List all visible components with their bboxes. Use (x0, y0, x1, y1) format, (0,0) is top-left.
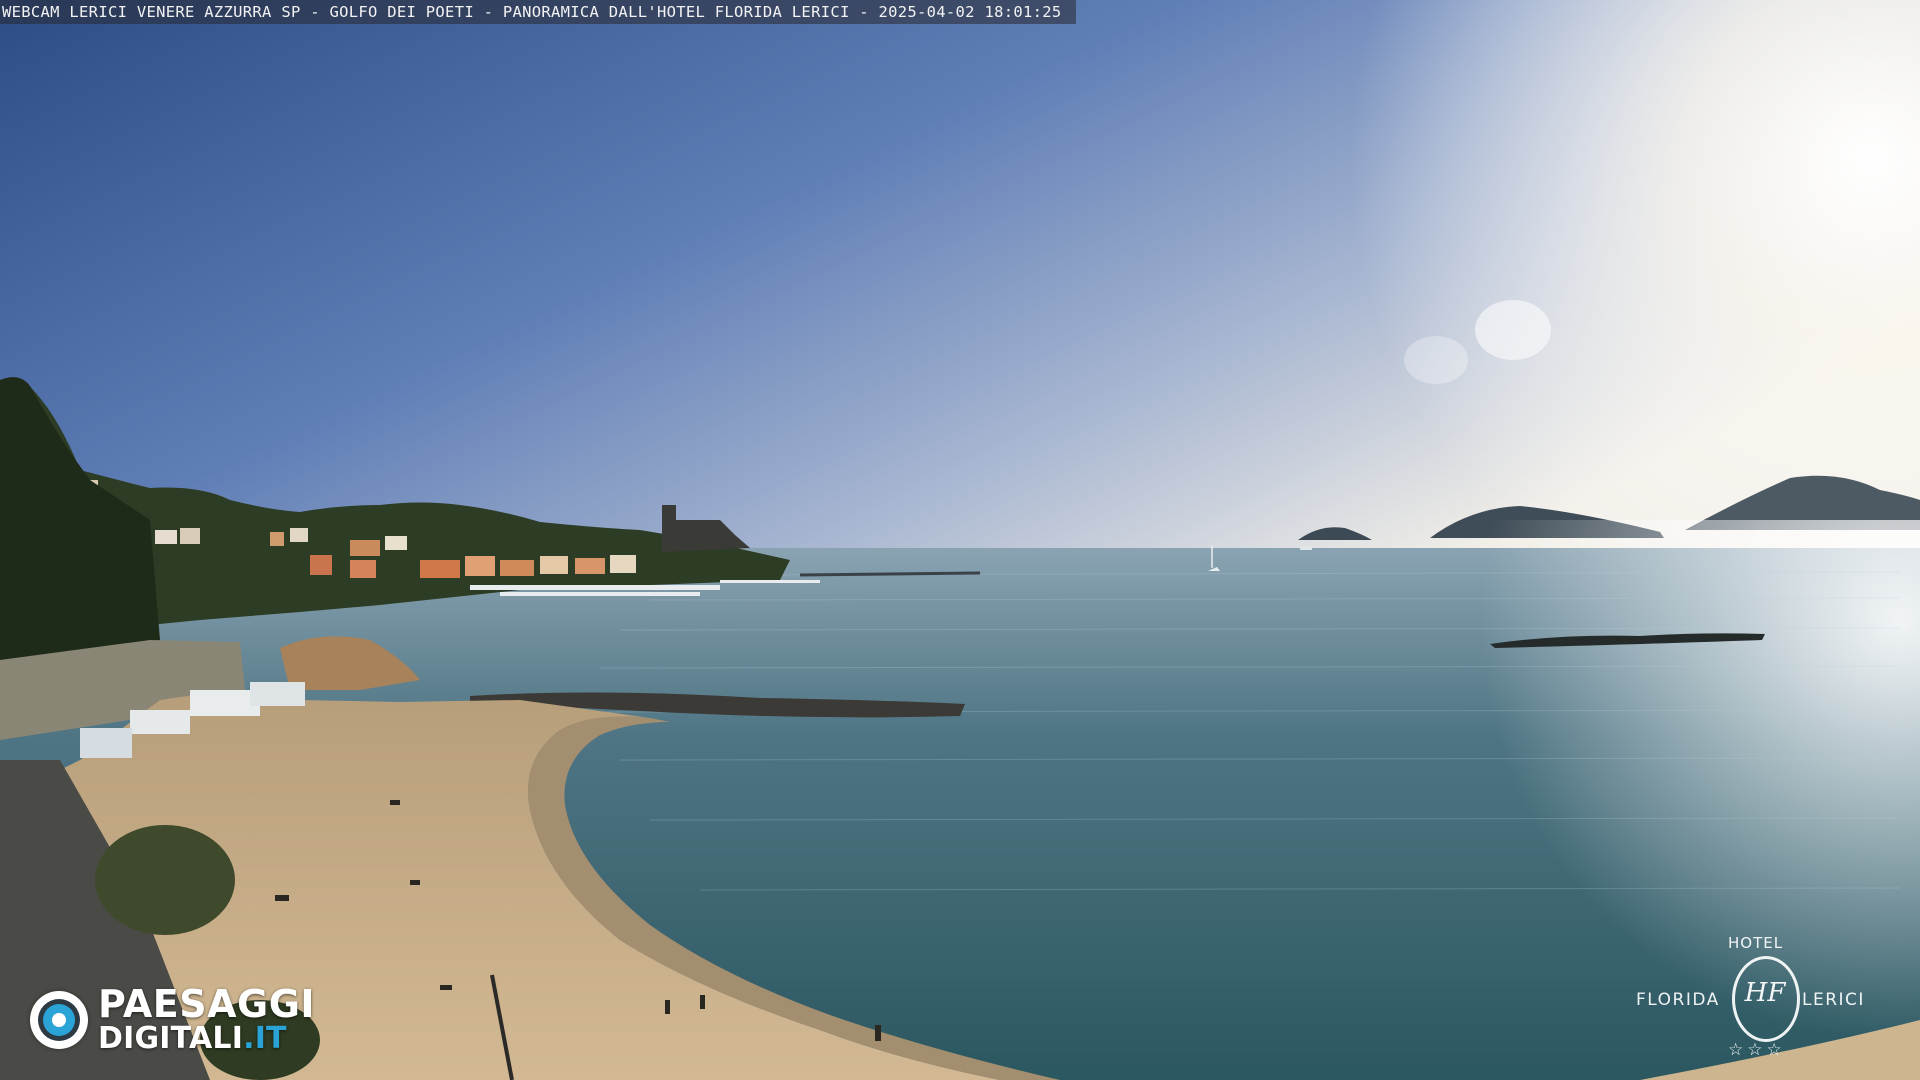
pier (799, 571, 981, 577)
hotel-name: FLORIDA (1636, 990, 1720, 1010)
lens-flare (1404, 336, 1468, 384)
eye-icon (30, 991, 88, 1049)
sun-glow (0, 0, 1920, 560)
hotel-monogram: HF (1744, 978, 1786, 1008)
motorboat (1300, 546, 1312, 550)
paesaggi-digitali-logo: PAESAGGI DIGITALI.IT (30, 985, 340, 1055)
logo-line2-main: DIGITALI (98, 1021, 244, 1056)
logo-line2: DIGITALI.IT (98, 1023, 315, 1055)
tree (95, 825, 235, 935)
hotel-stars: ☆☆☆ (1728, 1040, 1786, 1060)
hotel-florida-logo: HOTEL HF FLORIDA LERICI ☆☆☆ (1630, 930, 1890, 1060)
lens-flare (1475, 300, 1551, 360)
webcam-frame: WEBCAM LERICI VENERE AZZURRA SP - GOLFO … (0, 0, 1920, 1080)
webcam-caption: WEBCAM LERICI VENERE AZZURRA SP - GOLFO … (0, 0, 1076, 24)
logo-tld: .IT (243, 1021, 287, 1056)
landscape-view (0, 0, 1920, 1080)
hotel-town: LERICI (1802, 990, 1865, 1010)
logo-line1: PAESAGGI (98, 982, 316, 1026)
logo-text: PAESAGGI DIGITALI.IT (98, 985, 315, 1055)
hotel-label: HOTEL (1728, 934, 1784, 952)
